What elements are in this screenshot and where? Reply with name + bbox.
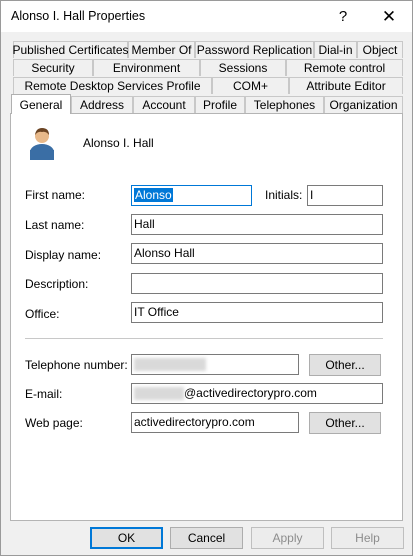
cancel-button[interactable]: Cancel <box>170 527 243 549</box>
tab-profile[interactable]: Profile <box>195 96 245 113</box>
tab-password-replication[interactable]: Password Replication <box>195 41 314 58</box>
tab-environment[interactable]: Environment <box>93 59 200 76</box>
office-label: Office: <box>25 307 60 321</box>
tab-attribute-editor[interactable]: Attribute Editor <box>289 77 403 94</box>
user-icon <box>30 128 54 160</box>
web-page-other-button[interactable]: Other... <box>309 412 381 434</box>
email-domain: @activedirectorypro.com <box>184 386 317 400</box>
help-button[interactable]: Help <box>331 527 404 549</box>
tab-remote-desktop-services-profile[interactable]: Remote Desktop Services Profile <box>13 77 212 94</box>
ok-button[interactable]: OK <box>90 527 163 549</box>
general-tab-panel: Alonso I. Hall First name: Alonso Initia… <box>10 113 403 521</box>
last-name-label: Last name: <box>25 218 85 232</box>
tab-published-certificates[interactable]: Published Certificates <box>12 41 129 58</box>
redacted-telephone <box>134 358 206 372</box>
tab-telephones[interactable]: Telephones <box>245 96 324 113</box>
display-name-field[interactable]: Alonso Hall <box>131 243 383 264</box>
section-divider <box>25 338 383 339</box>
tab-object[interactable]: Object <box>357 41 403 58</box>
email-label: E-mail: <box>25 387 63 401</box>
window-title: Alonso I. Hall Properties <box>11 9 146 23</box>
close-button[interactable]: ✕ <box>366 1 412 32</box>
help-title-button[interactable]: ? <box>320 1 366 32</box>
web-page-label: Web page: <box>25 416 83 430</box>
properties-dialog: Alonso I. Hall Properties ? ✕ Published … <box>0 0 413 556</box>
initials-label: Initials: <box>265 188 303 202</box>
tab-general[interactable]: General <box>11 94 71 114</box>
telephone-field[interactable] <box>131 354 299 375</box>
last-name-field[interactable]: Hall <box>131 214 383 235</box>
apply-button[interactable]: Apply <box>251 527 324 549</box>
tab-security[interactable]: Security <box>13 59 93 76</box>
tab-sessions[interactable]: Sessions <box>200 59 286 76</box>
telephone-label: Telephone number: <box>25 358 128 372</box>
tab-remote-control[interactable]: Remote control <box>286 59 403 76</box>
tab-account[interactable]: Account <box>133 96 195 113</box>
user-display-name: Alonso I. Hall <box>83 136 154 150</box>
tab-organization[interactable]: Organization <box>324 96 403 113</box>
email-field[interactable]: @activedirectorypro.com <box>131 383 383 404</box>
title-bar: Alonso I. Hall Properties ? ✕ <box>1 1 412 32</box>
telephone-other-button[interactable]: Other... <box>309 354 381 376</box>
first-name-field[interactable]: Alonso <box>131 185 252 206</box>
first-name-value: Alonso <box>134 188 173 202</box>
redacted-email-user <box>134 387 184 401</box>
description-field[interactable] <box>131 273 383 294</box>
tab-address[interactable]: Address <box>71 96 133 113</box>
tab-com-plus[interactable]: COM+ <box>212 77 289 94</box>
tab-member-of[interactable]: Member Of <box>128 41 195 58</box>
first-name-label: First name: <box>25 188 86 202</box>
web-page-field[interactable]: activedirectorypro.com <box>131 412 299 433</box>
description-label: Description: <box>25 277 89 291</box>
initials-field[interactable]: I <box>307 185 383 206</box>
office-field[interactable]: IT Office <box>131 302 383 323</box>
display-name-label: Display name: <box>25 248 102 262</box>
tab-dial-in[interactable]: Dial-in <box>314 41 357 58</box>
